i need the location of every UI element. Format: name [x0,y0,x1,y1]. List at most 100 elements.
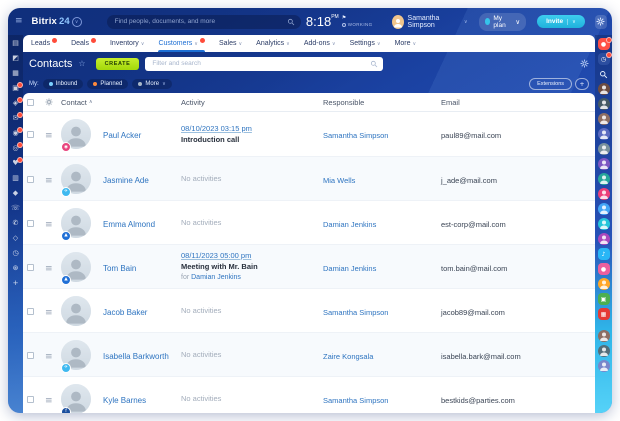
invite-button[interactable]: Invite ∨ [537,15,585,28]
table-row[interactable]: ≡ ✈ Jasmine Ade [23,156,595,200]
select-all-checkbox[interactable] [27,99,34,106]
menu-icon[interactable]: ≡ [13,17,25,26]
nav-item-leads[interactable]: Leads ∨ [31,35,57,52]
nav-item-deals[interactable]: Deals ∨ [71,35,96,52]
favorite-star-icon[interactable]: ☆ [78,59,85,68]
sites-icon[interactable]: ♥ [10,158,21,169]
contact-name-link[interactable]: Emma Almond [103,220,155,229]
coworker-avatar[interactable] [598,330,610,342]
column-header-activity[interactable]: Activity [181,98,323,107]
filter-search-input[interactable] [150,59,366,68]
contact-name-link[interactable]: Tom Bain [103,264,136,273]
tasks-icon[interactable]: ◎ [10,143,21,154]
filter-chip-inbound[interactable]: Inbound ∨ [43,79,84,89]
view-settings-button[interactable] [580,59,589,68]
table-row[interactable]: ≡ ✈ Isabella Barkworth [23,332,595,376]
responsible-link[interactable]: Zaire Kongsala [323,352,373,361]
column-header-email[interactable]: Email [441,98,595,107]
coworker-avatar[interactable] [598,203,610,215]
coworker-avatar[interactable] [598,233,610,245]
coworker-avatar[interactable] [598,188,610,200]
table-row[interactable]: ≡ ▲ Tom Bain 08/11/2023 05:00 pm Meeting… [23,244,595,288]
grid-settings-button[interactable] [45,98,61,106]
nav-item-sales[interactable]: Sales ∨ [219,35,242,52]
coworker-avatar[interactable] [598,113,610,125]
responsible-link[interactable]: Damian Jenkins [323,220,376,229]
row-menu-icon[interactable]: ≡ [45,308,53,318]
messenger-icon[interactable]: ◩ [10,53,21,64]
row-menu-icon[interactable]: ≡ [45,352,53,362]
automation-icon[interactable]: ◇ [10,233,21,244]
responsible-link[interactable]: Mia Wells [323,176,355,185]
settings-icon[interactable]: ⊛ [10,263,21,274]
row-menu-icon[interactable]: ≡ [45,220,53,230]
contact-name-link[interactable]: Jacob Baker [103,308,147,317]
coworker-avatar[interactable] [598,143,610,155]
filter-search[interactable] [145,57,383,71]
row-menu-icon[interactable]: ≡ [45,176,53,186]
notifications-button[interactable]: ● [598,38,610,50]
user-menu[interactable]: Samantha Simpson ∨ [392,15,468,29]
nav-item-inventory[interactable]: Inventory ∨ [110,35,144,52]
calendar-icon[interactable]: ▦ [10,68,21,79]
row-checkbox[interactable] [27,352,34,359]
coworker-avatar[interactable] [598,278,610,290]
nav-item-add-ons[interactable]: Add-ons ∨ [304,35,336,52]
coworker-avatar[interactable] [598,218,610,230]
row-menu-icon[interactable]: ≡ [45,264,53,274]
column-header-contact[interactable]: Contact ∧ [61,98,181,107]
filter-chip-planned[interactable]: Planned ∨ [87,79,128,89]
row-checkbox[interactable] [27,308,34,315]
music-button[interactable]: ♪ [598,248,610,260]
marketing-icon[interactable]: ◆ [10,188,21,199]
search-button[interactable] [598,68,610,80]
time-widget[interactable]: 8:18PM ⚑ WORKING [306,15,373,28]
settings-button[interactable] [595,15,607,29]
docs-icon[interactable]: ▣ [10,83,21,94]
table-row[interactable]: ≡ ▲ Emma Almond [23,200,595,244]
mail-icon[interactable]: ✉ [10,113,21,124]
global-search-input[interactable] [113,17,283,26]
responsible-link[interactable]: Samantha Simpson [323,308,388,317]
table-row[interactable]: ≡ Jacob Baker [23,288,595,332]
my-plan-button[interactable]: My plan ∨ [479,13,527,31]
add-section-icon[interactable]: + [10,278,21,289]
extensions-button[interactable]: Extensions [529,78,572,90]
app-green-button[interactable]: ▣ [598,293,610,305]
row-checkbox[interactable] [27,131,34,138]
nav-item-settings[interactable]: Settings ∨ [350,35,381,52]
create-button[interactable]: CREATE [96,58,140,70]
nav-item-customers[interactable]: Customers ∨ [158,35,205,52]
analytics-icon[interactable]: ◷ [10,248,21,259]
responsible-link[interactable]: Samantha Simpson [323,131,388,140]
history-button[interactable]: ◷ [598,53,610,65]
row-menu-icon[interactable]: ≡ [45,131,53,141]
crm-icon[interactable]: ◉ [10,128,21,139]
activity-for-link[interactable]: Damian Jenkins [191,274,241,281]
activity-date-link[interactable]: 08/10/2023 03:15 pm [181,124,252,133]
nav-item-analytics[interactable]: Analytics ∨ [256,35,290,52]
responsible-link[interactable]: Samantha Simpson [323,396,388,405]
coworker-avatar[interactable] [598,128,610,140]
coworker-avatar[interactable] [598,98,610,110]
contact-name-link[interactable]: Isabella Barkworth [103,352,169,361]
coworker-avatar[interactable] [598,83,610,95]
row-checkbox[interactable] [27,176,34,183]
column-header-responsible[interactable]: Responsible [323,98,441,107]
coworker-avatar[interactable] [598,173,610,185]
coworker-avatar[interactable] [598,345,610,357]
global-search[interactable] [107,15,301,29]
table-row[interactable]: ≡ ◉ Paul Acker 08/10/2023 03:15 pm Intro… [23,112,595,156]
coworker-avatar[interactable] [598,158,610,170]
contact-name-link[interactable]: Kyle Barnes [103,396,146,405]
table-row[interactable]: ≡ f Kyle Barnes [23,376,595,413]
row-checkbox[interactable] [27,264,34,271]
filter-chip-more[interactable]: More ∨ [132,79,171,89]
add-extension-button[interactable]: + [575,78,589,90]
contact-name-link[interactable]: Paul Acker [103,131,141,140]
app-red-button[interactable]: ▦ [598,308,610,320]
contact-center-icon[interactable]: ☏ [10,203,21,214]
app-pink-button[interactable]: ● [598,263,610,275]
telephony-icon[interactable]: ✆ [10,218,21,229]
row-checkbox[interactable] [27,220,34,227]
